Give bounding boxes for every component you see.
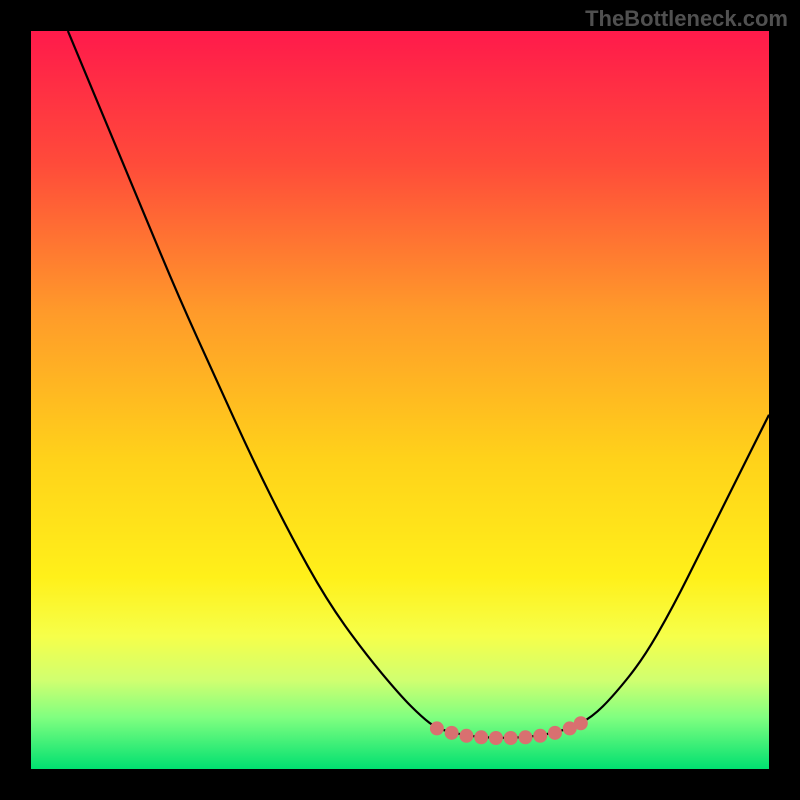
trough-marker xyxy=(459,729,473,743)
trough-marker xyxy=(548,726,562,740)
trough-marker xyxy=(430,721,444,735)
gradient-background xyxy=(31,31,769,769)
trough-marker xyxy=(474,730,488,744)
chart-svg xyxy=(31,31,769,769)
watermark-text: TheBottleneck.com xyxy=(585,6,788,32)
trough-marker xyxy=(504,731,518,745)
trough-marker xyxy=(489,731,503,745)
plot-area xyxy=(31,31,769,769)
trough-marker xyxy=(574,716,588,730)
trough-marker xyxy=(445,726,459,740)
trough-marker xyxy=(533,729,547,743)
trough-marker xyxy=(518,730,532,744)
chart-container: TheBottleneck.com xyxy=(0,0,800,800)
